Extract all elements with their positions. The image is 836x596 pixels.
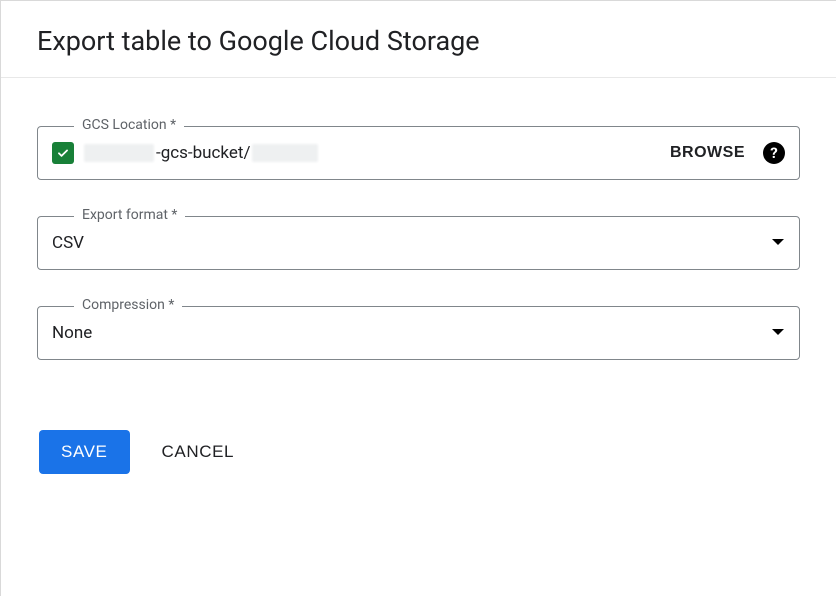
chevron-down-icon <box>771 238 785 248</box>
export-format-field[interactable]: Export format * CSV <box>37 216 800 270</box>
export-format-value: CSV <box>52 233 771 253</box>
gcs-location-label: GCS Location * <box>74 117 184 133</box>
help-icon[interactable]: ? <box>763 142 785 164</box>
compression-label: Compression * <box>74 297 182 313</box>
gcs-location-field[interactable]: GCS Location * -gcs-bucket/ BROWSE ? <box>37 126 800 180</box>
browse-button[interactable]: BROWSE <box>670 144 745 162</box>
compression-value: None <box>52 323 771 343</box>
gcs-path-mid: -gcs-bucket/ <box>156 143 250 163</box>
dialog-header: Export table to Google Cloud Storage <box>1 1 836 78</box>
chevron-down-icon <box>771 328 785 338</box>
cancel-button[interactable]: CANCEL <box>162 442 235 462</box>
dialog-body: GCS Location * -gcs-bucket/ BROWSE ? Exp… <box>1 78 836 498</box>
dialog-title: Export table to Google Cloud Storage <box>37 25 800 57</box>
redacted-segment <box>252 144 318 162</box>
check-icon <box>52 142 74 164</box>
action-bar: SAVE CANCEL <box>37 430 800 474</box>
gcs-path-value: -gcs-bucket/ <box>84 143 670 163</box>
save-button[interactable]: SAVE <box>39 430 130 474</box>
export-format-label: Export format * <box>74 207 185 223</box>
redacted-segment <box>84 144 154 162</box>
compression-field[interactable]: Compression * None <box>37 306 800 360</box>
